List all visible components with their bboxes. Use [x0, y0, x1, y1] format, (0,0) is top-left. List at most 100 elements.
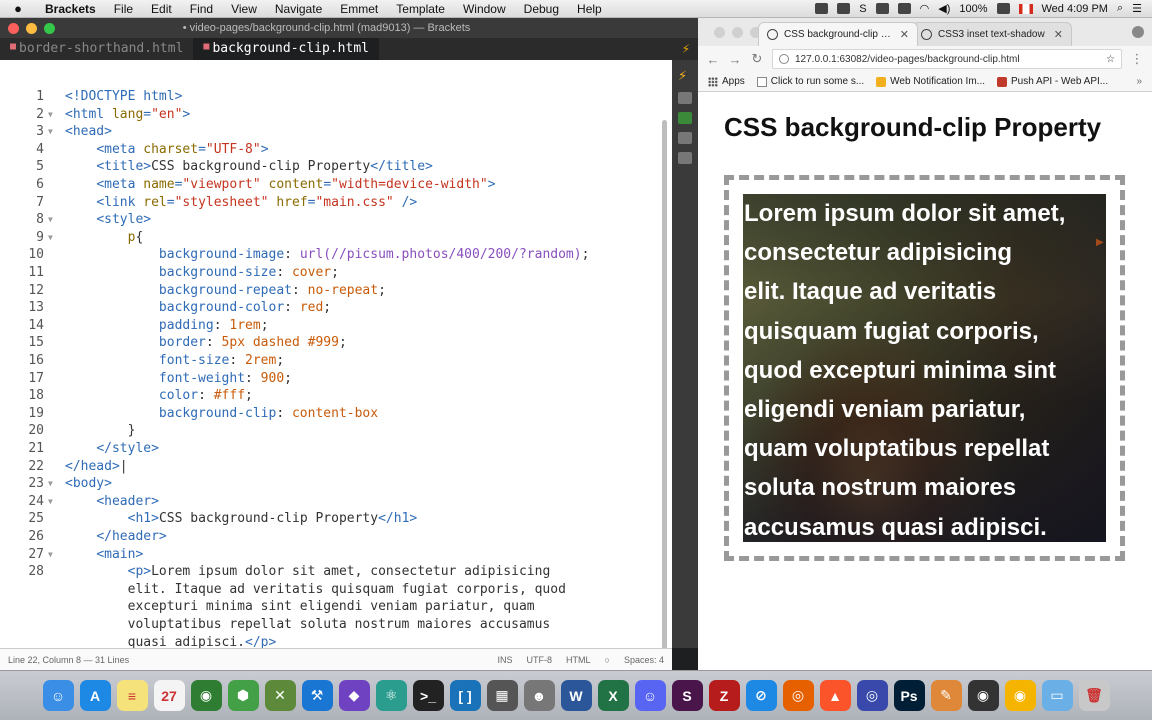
indent-setting[interactable]: Spaces: 4 [624, 655, 664, 665]
clock[interactable]: Wed 4:09 PM [1042, 3, 1108, 15]
bulb-icon[interactable] [678, 152, 692, 164]
minimize-window-button[interactable] [732, 27, 743, 38]
skype-icon[interactable]: S [859, 3, 866, 15]
fold-toggle-icon[interactable]: ▼ [48, 229, 53, 247]
brackets-dock-icon[interactable]: [ ] [449, 680, 481, 711]
panel-icon[interactable] [678, 132, 692, 144]
forward-icon[interactable]: → [728, 52, 742, 67]
terminal-dock-icon[interactable]: >_ [412, 680, 444, 711]
insert-mode-toggle[interactable]: INS [498, 655, 513, 665]
back-icon[interactable]: ← [706, 52, 720, 67]
spotlight-icon[interactable]: ⌕ [1117, 2, 1123, 15]
menu-debug[interactable]: Debug [515, 2, 568, 16]
bookmark-apps[interactable]: Apps [708, 76, 745, 87]
close-window-button[interactable] [714, 27, 725, 38]
linter-status-icon[interactable]: ○ [605, 655, 610, 665]
minimize-window-button[interactable] [26, 22, 37, 34]
tab-background-clip[interactable]: ■ background-clip.html [193, 38, 379, 60]
github-dock-icon[interactable]: ◆ [338, 680, 370, 711]
status-icon[interactable] [815, 3, 829, 14]
notes-dock-icon[interactable]: ≡ [116, 680, 148, 711]
safari-dock-icon[interactable]: ⊘ [745, 680, 777, 711]
menu-find[interactable]: Find [181, 2, 222, 16]
browser-tab-background-clip[interactable]: CSS background-clip Prop ✕ [758, 22, 918, 46]
excel-dock-icon[interactable]: X [597, 680, 629, 711]
slack-dock-icon[interactable]: S [671, 680, 703, 711]
apple-icon[interactable]: ● [0, 1, 36, 16]
gimp-dock-icon[interactable]: ☻ [523, 680, 555, 711]
menu-kebab-icon[interactable]: ⋮ [1130, 51, 1144, 67]
line-number: 14 [28, 317, 44, 333]
reload-icon[interactable]: ↻ [750, 51, 764, 67]
atom-dock-icon[interactable]: ⚛ [375, 680, 407, 711]
live-preview-icon[interactable]: ⚡ [678, 68, 692, 84]
fold-toggle-icon[interactable]: ▼ [48, 475, 53, 493]
extension-manager-icon[interactable] [678, 92, 692, 104]
firefox-dev-dock-icon[interactable]: ◎ [856, 680, 888, 711]
language-select[interactable]: HTML [566, 655, 591, 665]
fold-toggle-icon[interactable]: ▼ [48, 546, 53, 564]
status-icon[interactable] [875, 3, 889, 14]
fold-toggle-icon[interactable]: ▼ [48, 106, 53, 124]
encoding-select[interactable]: UTF-8 [527, 655, 553, 665]
node-dock-icon[interactable]: ⬢ [227, 680, 259, 711]
close-window-button[interactable] [8, 22, 19, 34]
notification-center-icon[interactable]: ☰ [1132, 2, 1142, 15]
word-dock-icon[interactable]: W [560, 680, 592, 711]
extension-icon[interactable] [678, 112, 692, 124]
status-icon[interactable] [837, 3, 851, 14]
fold-toggle-icon[interactable]: ▼ [48, 211, 53, 229]
browser-tab-text-shadow[interactable]: CSS3 inset text-shadow ✕ [912, 22, 1072, 46]
tab-border-shorthand[interactable]: ■ border-shorthand.html [0, 38, 193, 60]
menu-edit[interactable]: Edit [142, 2, 181, 16]
menu-view[interactable]: View [222, 2, 266, 16]
bookmark-item[interactable]: Push API - Web API... [997, 76, 1108, 87]
obs-dock-icon[interactable]: ◉ [967, 680, 999, 711]
wifi-icon[interactable]: ◠ [920, 2, 930, 15]
menu-app-name[interactable]: Brackets [36, 2, 105, 16]
live-preview-icon[interactable]: ⚡ [682, 42, 690, 56]
photoshop-dock-icon[interactable]: Ps [893, 680, 925, 711]
profile-avatar[interactable] [1132, 26, 1144, 38]
calendar-dock-icon[interactable]: 27 [153, 680, 185, 711]
volume-icon[interactable]: ◀) [938, 2, 950, 15]
scrollbar-thumb[interactable] [662, 120, 667, 648]
trash-dock-icon[interactable]: 🗑 [1078, 680, 1110, 711]
menu-file[interactable]: File [105, 2, 142, 16]
menu-template[interactable]: Template [387, 2, 454, 16]
finder-dock-icon[interactable]: ☺ [42, 680, 74, 711]
tools-dock-icon[interactable]: ✕ [264, 680, 296, 711]
battery-icon[interactable] [996, 3, 1010, 14]
folder-dock-icon[interactable]: ▭ [1041, 680, 1073, 711]
zoom-window-button[interactable] [44, 22, 55, 34]
code-editor[interactable]: 1 <!DOCTYPE html> 2 ▼ <html lang="en"> 3 ▼ <hea… [0, 60, 672, 648]
filezilla-dock-icon[interactable]: Z [708, 680, 740, 711]
menu-window[interactable]: Window [454, 2, 515, 16]
fold-toggle-icon[interactable]: ▼ [48, 123, 53, 141]
xcode-dock-icon[interactable]: ⚒ [301, 680, 333, 711]
close-tab-icon[interactable]: ✕ [1054, 28, 1063, 41]
menu-emmet[interactable]: Emmet [331, 2, 387, 16]
address-bar[interactable]: 127.0.0.1:63082/video-pages/background-c… [772, 49, 1122, 69]
keyboard-icon[interactable] [897, 3, 911, 14]
editor-scrollbar[interactable] [662, 110, 668, 648]
pencil-dock-icon[interactable]: ✎ [930, 680, 962, 711]
menu-help[interactable]: Help [568, 2, 611, 16]
app-store-dock-icon[interactable]: A [79, 680, 111, 711]
input-source-flag-icon[interactable] [1018, 3, 1033, 14]
fold-toggle-icon[interactable]: ▼ [48, 493, 53, 511]
info-icon[interactable] [779, 54, 789, 64]
firefox-dock-icon[interactable]: ◎ [782, 680, 814, 711]
discord-dock-icon[interactable]: ☺ [634, 680, 666, 711]
battery-percent[interactable]: 100% [959, 3, 987, 15]
bookmark-item[interactable]: Web Notification Im... [876, 76, 985, 87]
close-tab-icon[interactable]: ✕ [900, 28, 909, 41]
chrome-canary-dock-icon[interactable]: ◉ [1004, 680, 1036, 711]
bookmark-item[interactable]: Click to run some s... [756, 76, 864, 87]
notebook-dock-icon[interactable]: ▦ [486, 680, 518, 711]
bookmark-star-icon[interactable]: ☆ [1106, 54, 1121, 65]
menu-navigate[interactable]: Navigate [266, 2, 331, 16]
bookmarks-overflow-icon[interactable]: » [1136, 76, 1142, 87]
chrome-dock-icon[interactable]: ◉ [190, 680, 222, 711]
brave-dock-icon[interactable]: ▲ [819, 680, 851, 711]
